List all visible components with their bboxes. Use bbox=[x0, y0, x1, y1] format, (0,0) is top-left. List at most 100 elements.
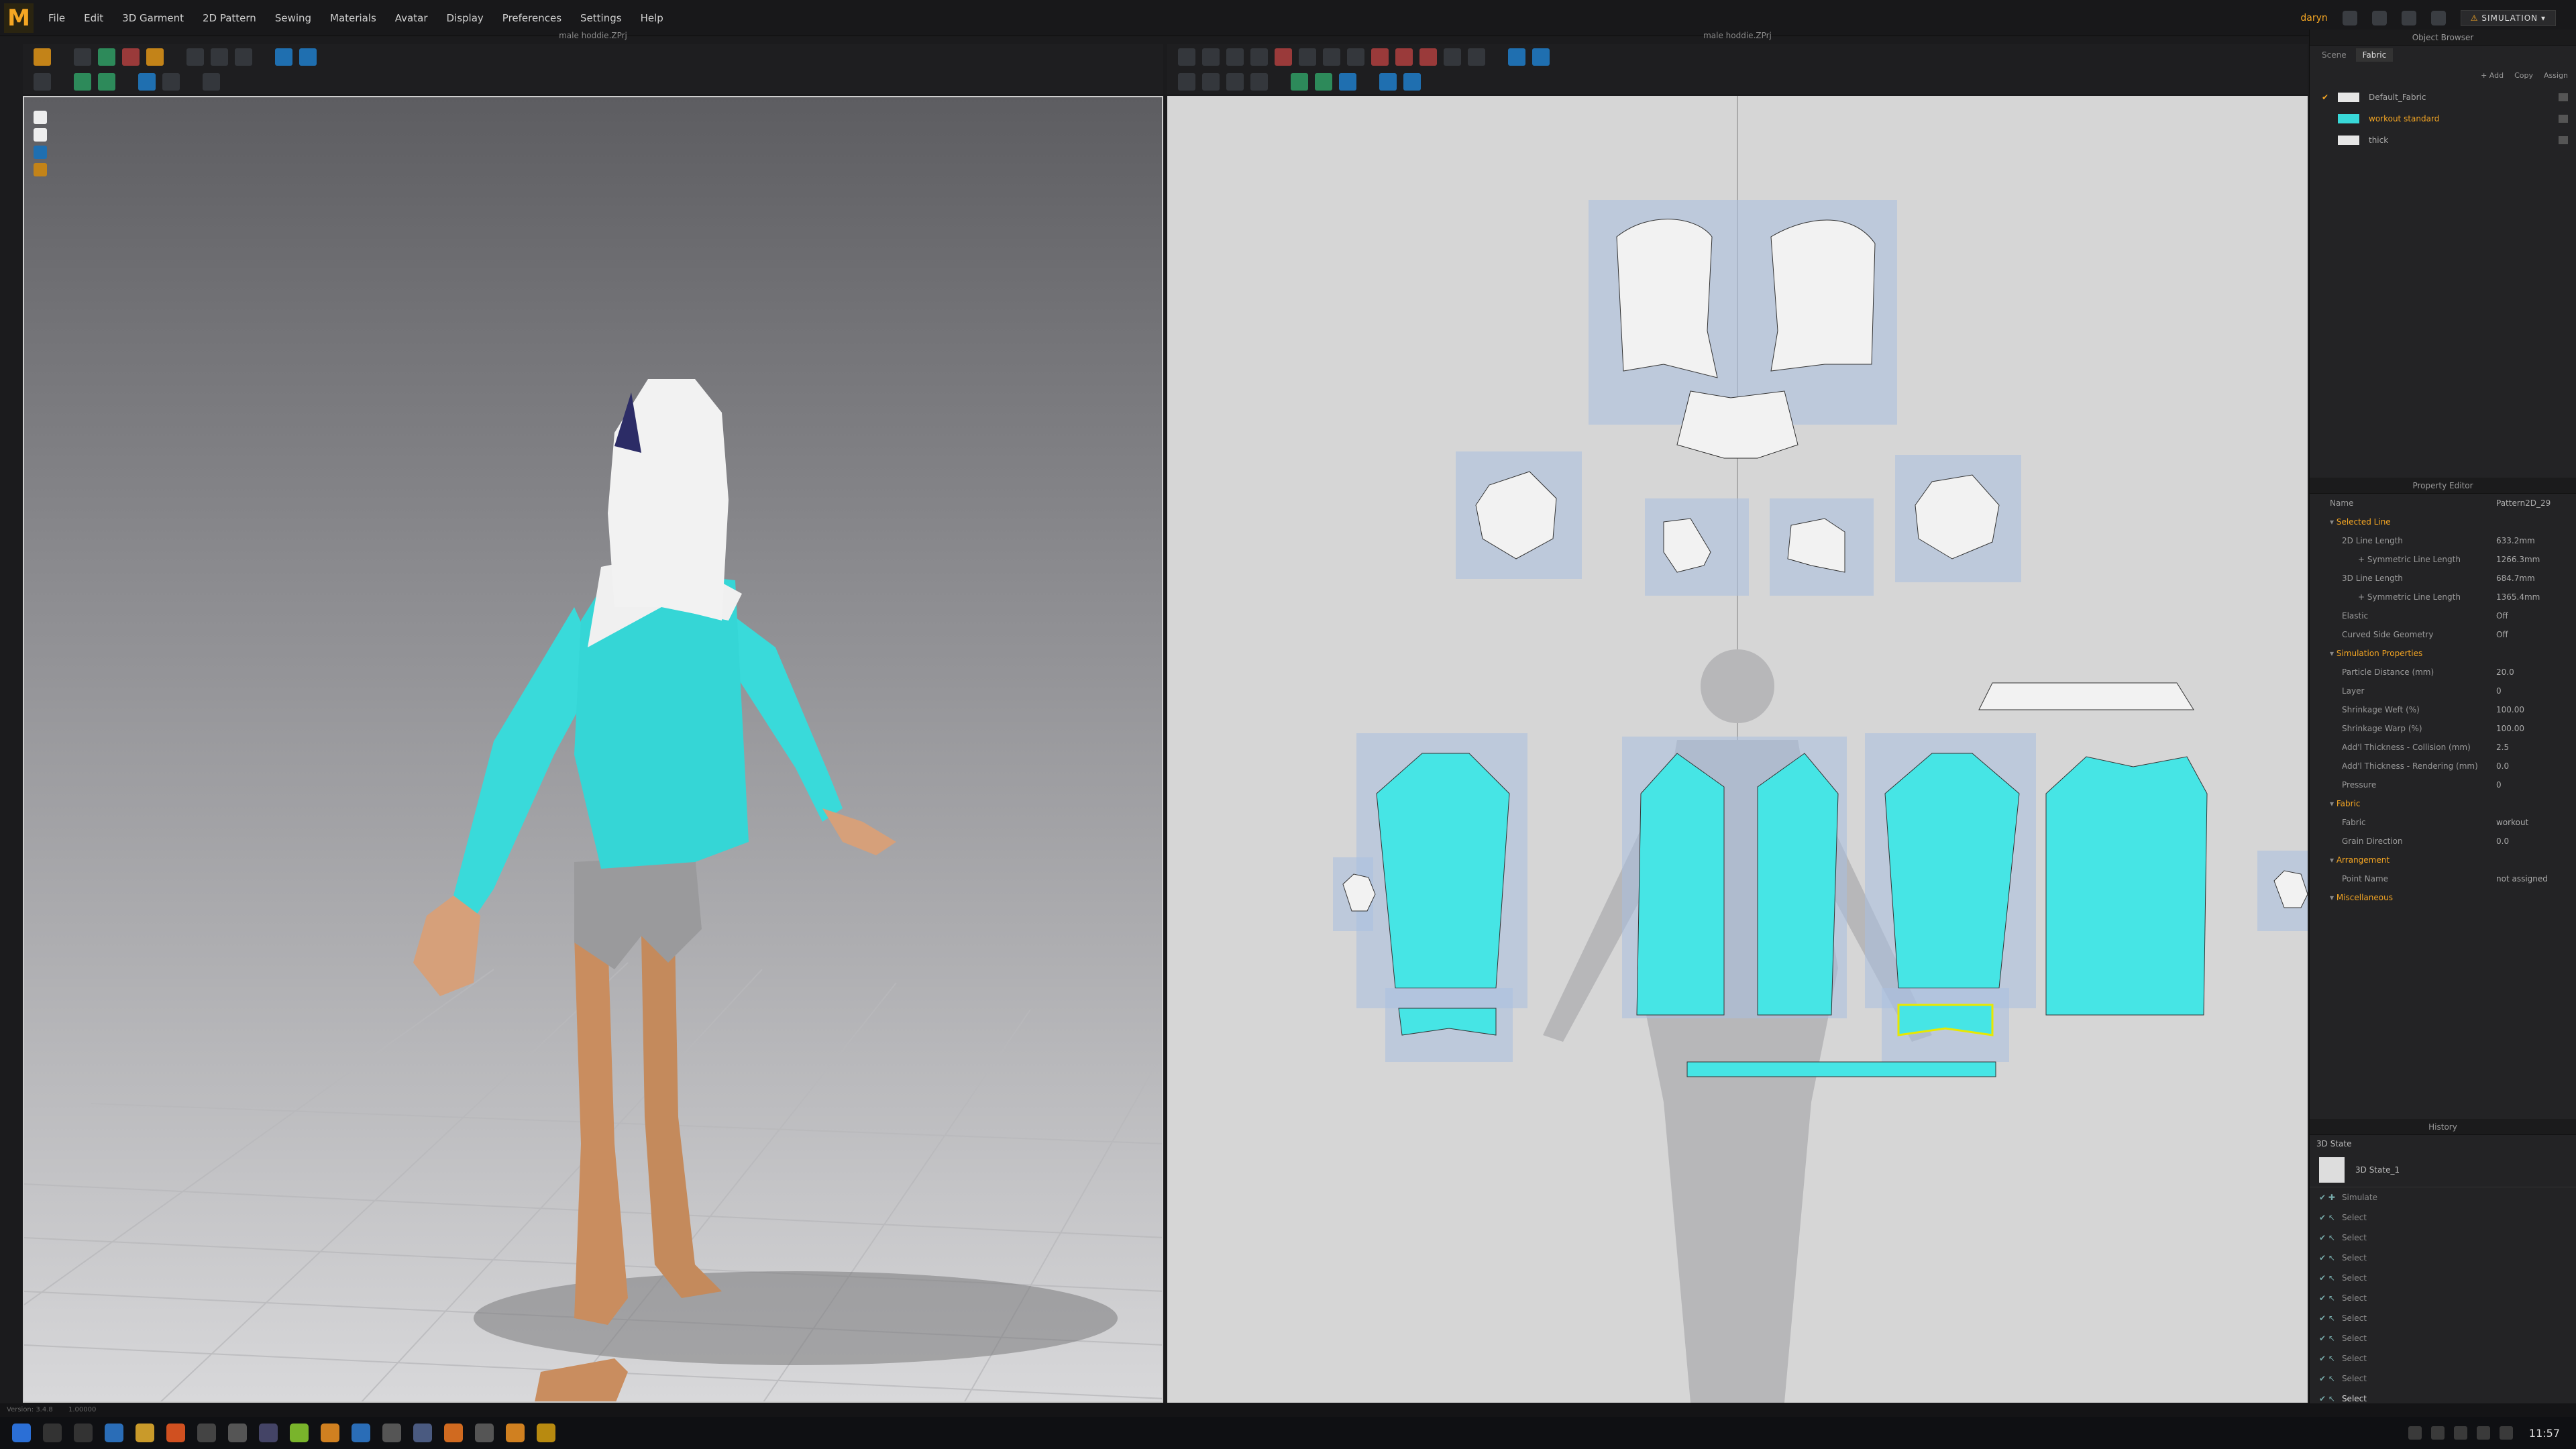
prop-value[interactable]: 20.0 bbox=[2496, 667, 2576, 677]
front-right-panel[interactable] bbox=[1757, 753, 1839, 1016]
app-icon[interactable] bbox=[228, 1424, 247, 1442]
tack-icon[interactable] bbox=[122, 48, 140, 66]
app-icon[interactable] bbox=[413, 1424, 432, 1442]
texture-icon[interactable] bbox=[74, 73, 91, 91]
prop-value[interactable]: 633.2mm bbox=[2496, 536, 2576, 545]
app-icon[interactable] bbox=[382, 1424, 401, 1442]
tray-icon[interactable] bbox=[2453, 1426, 2467, 1440]
internal-circle-icon[interactable] bbox=[1395, 48, 1413, 66]
clock[interactable]: 11:57 bbox=[2529, 1427, 2560, 1440]
section-simulation[interactable]: Simulation Properties bbox=[2310, 644, 2576, 663]
check-sewing-icon[interactable] bbox=[1250, 73, 1268, 91]
section-arrangement[interactable]: Arrangement bbox=[2310, 851, 2576, 869]
zoom-2d-icon[interactable] bbox=[1339, 73, 1356, 91]
graphic-2d-icon[interactable] bbox=[1315, 73, 1332, 91]
history-item[interactable]: ✔ ↖ Select bbox=[2310, 1348, 2576, 1368]
tray-icon[interactable] bbox=[2408, 1426, 2422, 1440]
search-icon[interactable] bbox=[43, 1424, 62, 1442]
history-item[interactable]: ✔ ↖ Select bbox=[2310, 1228, 2576, 1248]
app-icon[interactable] bbox=[259, 1424, 278, 1442]
pin-icon[interactable] bbox=[146, 48, 164, 66]
curved-geometry-toggle[interactable]: Off bbox=[2496, 630, 2576, 639]
fabric-item-thick[interactable]: thick bbox=[2310, 129, 2576, 151]
tray-icon[interactable] bbox=[2430, 1426, 2445, 1440]
edge-icon[interactable] bbox=[105, 1424, 123, 1442]
user-icon[interactable] bbox=[2371, 10, 2387, 25]
3d-viewport[interactable] bbox=[23, 96, 1163, 1403]
internal-rectangle-icon[interactable] bbox=[1371, 48, 1389, 66]
button-2d-icon[interactable] bbox=[1403, 73, 1421, 91]
section-fabric[interactable]: Fabric bbox=[2310, 794, 2576, 813]
app-icon[interactable] bbox=[506, 1424, 525, 1442]
edit-point-icon[interactable] bbox=[1226, 48, 1244, 66]
section-selected-line[interactable]: Selected Line bbox=[2310, 513, 2576, 531]
pressure-slider[interactable]: 0 bbox=[2496, 780, 2576, 790]
marvelous-designer-icon[interactable] bbox=[537, 1424, 555, 1442]
pause-icon[interactable] bbox=[299, 48, 317, 66]
task-view-icon[interactable] bbox=[74, 1424, 93, 1442]
front-left-panel[interactable] bbox=[1636, 753, 1725, 1016]
blender-icon[interactable] bbox=[444, 1424, 463, 1442]
history-item[interactable]: ✔ ✚ Simulate bbox=[2310, 1187, 2576, 1208]
dart-icon[interactable] bbox=[1419, 48, 1437, 66]
add-fabric-button[interactable]: + Add bbox=[2481, 71, 2504, 80]
display-lighting-icon[interactable] bbox=[34, 163, 47, 176]
prop-value[interactable]: 100.00 bbox=[2496, 724, 2576, 733]
free-sewing-icon[interactable] bbox=[1202, 73, 1220, 91]
fabric-info-icon[interactable] bbox=[2559, 115, 2568, 123]
prop-value[interactable]: 2.5 bbox=[2496, 743, 2576, 752]
app-icon[interactable] bbox=[321, 1424, 339, 1442]
rectangle-icon[interactable] bbox=[1299, 48, 1316, 66]
transform-pattern-icon[interactable] bbox=[1178, 48, 1195, 66]
assign-fabric-button[interactable]: Assign bbox=[2544, 71, 2568, 80]
history-item[interactable]: ✔ ↖ Select bbox=[2310, 1268, 2576, 1288]
hood-center-piece[interactable] bbox=[1676, 390, 1799, 459]
prop-value[interactable]: 0.0 bbox=[2496, 837, 2576, 846]
2d-pattern-viewport[interactable] bbox=[1167, 96, 2308, 1403]
button-icon[interactable] bbox=[162, 73, 180, 91]
elastic-toggle[interactable]: Off bbox=[2496, 611, 2576, 621]
menu-materials[interactable]: Materials bbox=[321, 12, 386, 24]
camera-icon[interactable] bbox=[138, 73, 156, 91]
multi-sewing-icon[interactable] bbox=[1226, 73, 1244, 91]
cuff-piece[interactable] bbox=[1978, 682, 2194, 710]
user-name[interactable]: daryn bbox=[2300, 13, 2327, 23]
menu-preferences[interactable]: Preferences bbox=[493, 12, 571, 24]
select-move-icon[interactable] bbox=[74, 48, 91, 66]
prop-value[interactable]: 0 bbox=[2496, 686, 2576, 696]
app-icon[interactable] bbox=[290, 1424, 309, 1442]
prop-value[interactable]: 1266.3mm bbox=[2496, 555, 2576, 564]
tab-fabric[interactable]: Fabric bbox=[2355, 48, 2394, 62]
annotation-icon[interactable] bbox=[1379, 73, 1397, 91]
edit-curvature-icon[interactable] bbox=[1250, 48, 1268, 66]
start-icon[interactable] bbox=[12, 1424, 31, 1442]
polygon-icon[interactable] bbox=[1323, 48, 1340, 66]
fold-arrangement-icon[interactable] bbox=[98, 48, 115, 66]
sleeve-left[interactable] bbox=[1376, 753, 1510, 989]
display-avatar-icon[interactable] bbox=[34, 128, 47, 142]
menu-avatar[interactable]: Avatar bbox=[386, 12, 437, 24]
menu-sewing[interactable]: Sewing bbox=[266, 12, 321, 24]
view-mode-icon[interactable] bbox=[34, 111, 47, 124]
property-name-value[interactable]: Pattern2D_29 bbox=[2496, 498, 2576, 508]
graphic-icon[interactable] bbox=[98, 73, 115, 91]
simulate-icon[interactable] bbox=[34, 48, 51, 66]
prop-value[interactable]: 0.0 bbox=[2496, 761, 2576, 771]
point-name-select[interactable]: not assigned bbox=[2496, 874, 2576, 883]
volume-icon[interactable] bbox=[2499, 1426, 2513, 1440]
segment-sewing-icon[interactable] bbox=[1178, 73, 1195, 91]
history-state-row[interactable]: 3D State_1 bbox=[2310, 1152, 2576, 1187]
back-panel[interactable] bbox=[2045, 756, 2208, 1016]
zoom-icon[interactable] bbox=[275, 48, 292, 66]
tab-scene[interactable]: Scene bbox=[2315, 48, 2353, 62]
hem-band[interactable] bbox=[1686, 1061, 1996, 1077]
hood-right-piece[interactable] bbox=[1770, 219, 1876, 372]
menu-3d-garment[interactable]: 3D Garment bbox=[113, 12, 193, 24]
steam-icon[interactable] bbox=[211, 48, 228, 66]
history-item[interactable]: ✔ ↖ Select bbox=[2310, 1288, 2576, 1308]
settings-icon[interactable] bbox=[2430, 10, 2446, 25]
sleeve-right[interactable] bbox=[1884, 753, 2020, 989]
edit-pattern-icon[interactable] bbox=[1202, 48, 1220, 66]
fabric-item-default[interactable]: ✔ Default_Fabric bbox=[2310, 87, 2576, 108]
history-item[interactable]: ✔ ↖ Select bbox=[2310, 1308, 2576, 1328]
